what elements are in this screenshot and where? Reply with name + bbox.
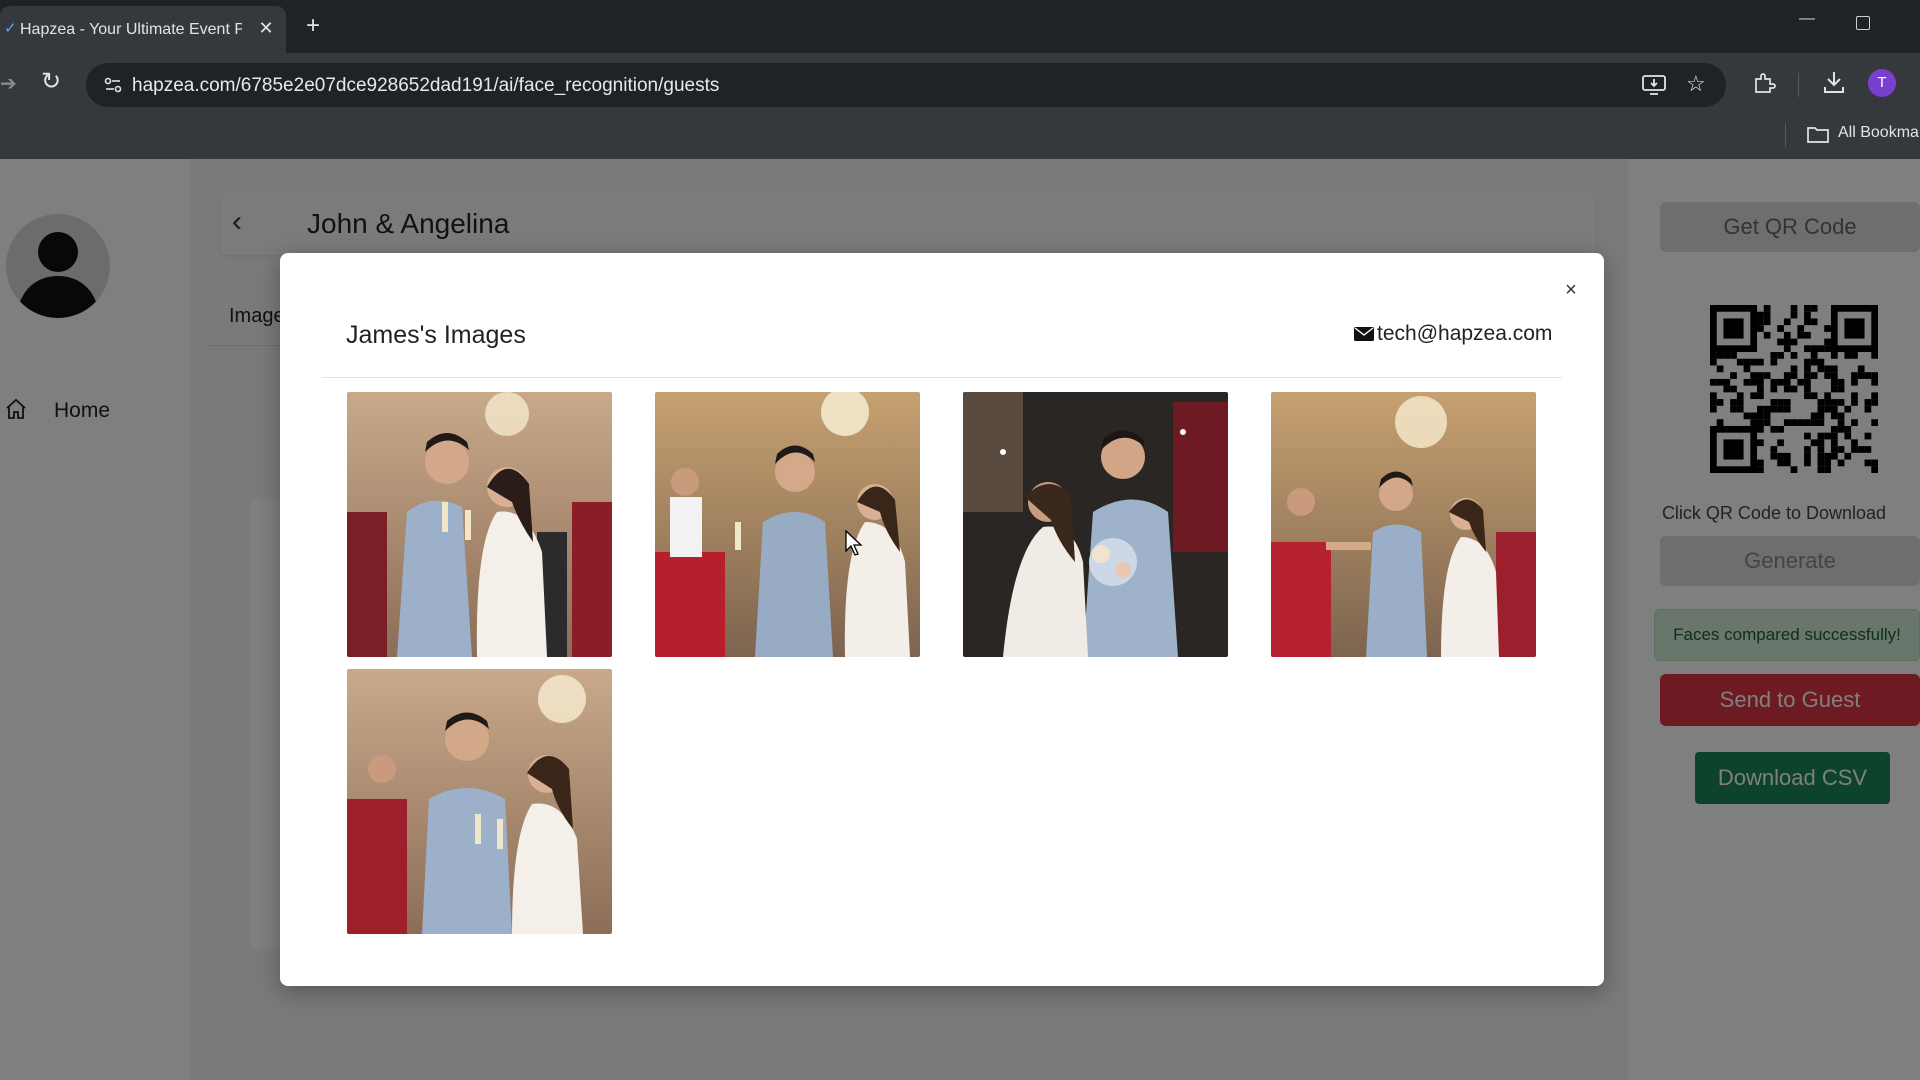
all-bookmarks-link[interactable]: All Bookma [1838,124,1919,142]
bookmarks-bar: All Bookma [0,113,1920,159]
guest-images-modal: James's Images × tech@hapzea.com [280,253,1604,986]
profile-avatar[interactable]: T [1868,69,1896,97]
downloads-icon[interactable] [1822,69,1846,95]
bookmarks-divider [1785,123,1786,147]
modal-divider [322,377,1562,378]
browser-tab[interactable]: ✓ Hapzea - Your Ultimate Event P ✕ [0,6,286,53]
tab-close-icon[interactable]: ✕ [255,17,277,39]
minimize-icon[interactable]: — [1797,10,1817,30]
guest-photo[interactable] [963,392,1228,657]
guest-photo[interactable] [347,392,612,657]
extensions-icon[interactable] [1752,71,1776,95]
envelope-icon [1354,327,1374,341]
tab-title: Hapzea - Your Ultimate Event P [20,21,242,38]
guest-photo[interactable] [347,669,612,934]
url-text[interactable]: hapzea.com/6785e2e07dce928652dad191/ai/f… [132,75,719,97]
address-bar[interactable]: hapzea.com/6785e2e07dce928652dad191/ai/f… [86,63,1726,107]
new-tab-button[interactable]: + [301,14,325,38]
close-icon[interactable]: × [1560,279,1582,301]
guest-photo[interactable] [1271,392,1536,657]
wedding-photo-image [347,669,612,934]
browser-tab-bar: ✓ Hapzea - Your Ultimate Event P ✕ + — [0,0,1920,53]
install-app-icon[interactable] [1642,75,1666,95]
guest-photo[interactable] [655,392,920,657]
restore-window-icon[interactable] [1856,16,1870,30]
site-settings-icon[interactable] [102,74,124,96]
wedding-photo-image [963,392,1228,657]
wedding-photo-image [655,392,920,657]
site-favicon-icon: ✓ [4,20,17,37]
mouse-cursor-icon [845,530,863,556]
email-text: tech@hapzea.com [1377,322,1553,345]
toolbar-divider [1798,73,1799,97]
forward-icon[interactable]: ➔ [0,71,17,96]
reload-icon[interactable]: ↻ [38,67,64,96]
browser-toolbar: ➔ ↻ hapzea.com/6785e2e07dce928652dad191/… [0,53,1920,113]
wedding-photo-image [1271,392,1536,657]
bookmark-star-icon[interactable]: ☆ [1686,71,1706,97]
folder-icon[interactable] [1807,125,1829,143]
modal-title: James's Images [346,321,526,349]
wedding-photo-image [347,392,612,657]
